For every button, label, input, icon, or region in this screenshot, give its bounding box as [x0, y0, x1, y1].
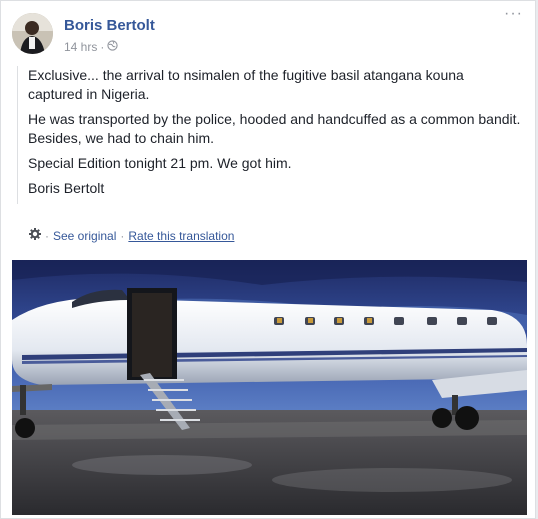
see-original-link[interactable]: See original	[53, 229, 116, 243]
post-paragraph: Special Edition tonight 21 pm. We got hi…	[28, 155, 292, 171]
post-paragraph: He was transported by the police, hooded…	[28, 111, 521, 146]
post-card: Boris Bertolt 14 hrs · ··· Exclusive... …	[0, 0, 536, 519]
author-name[interactable]: Boris Bertolt	[64, 17, 155, 34]
post-photo[interactable]	[12, 260, 527, 515]
avatar[interactable]	[12, 13, 53, 54]
globe-icon[interactable]	[107, 40, 118, 54]
gear-icon	[29, 228, 41, 243]
post-signature: Boris Bertolt	[28, 180, 105, 196]
translation-separator: ·	[120, 228, 125, 243]
translation-separator: ·	[45, 228, 49, 243]
rate-translation-link[interactable]: Rate this translation	[128, 229, 234, 243]
avatar-image	[12, 13, 53, 54]
more-options-icon[interactable]: ···	[504, 6, 523, 22]
post-meta: 14 hrs ·	[64, 40, 118, 54]
jet-photo	[12, 260, 527, 515]
meta-separator: ·	[100, 40, 105, 54]
post-text: Exclusive... the arrival to nsimalen of …	[17, 66, 522, 204]
timestamp[interactable]: 14 hrs	[64, 40, 97, 54]
translation-bar: · See original · Rate this translation	[29, 228, 234, 243]
post-paragraph: Exclusive... the arrival to nsimalen of …	[28, 67, 464, 102]
